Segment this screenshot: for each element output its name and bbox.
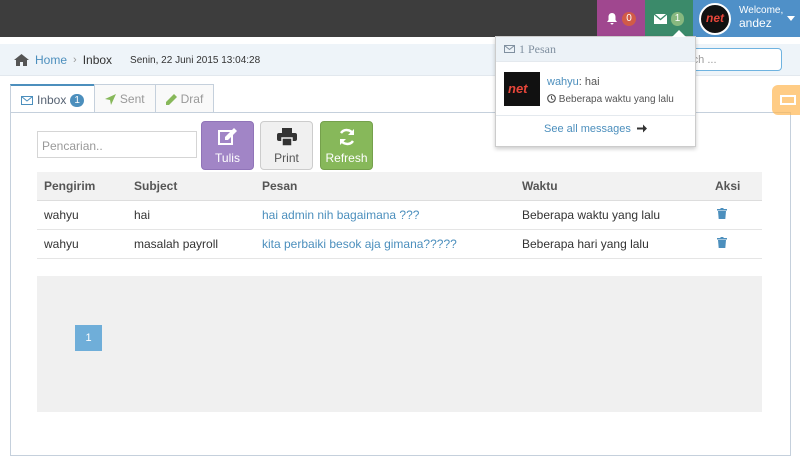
column-header-subject: Subject bbox=[134, 179, 178, 193]
tab-sent-label: Sent bbox=[119, 92, 145, 106]
cell-pengirim: wahyu bbox=[44, 237, 79, 251]
cell-pengirim: wahyu bbox=[44, 208, 79, 222]
tab-inbox-badge: 1 bbox=[70, 93, 84, 107]
print-label: Print bbox=[274, 151, 299, 165]
tab-inbox[interactable]: Inbox 1 bbox=[10, 84, 95, 114]
column-header-pesan: Pesan bbox=[262, 179, 298, 193]
arrow-right-icon bbox=[636, 124, 647, 133]
refresh-label: Refresh bbox=[325, 151, 368, 165]
message-link[interactable]: kita perbaiki besok aja gimana????? bbox=[262, 237, 457, 251]
messages-badge: 1 bbox=[670, 11, 685, 26]
column-header-pengirim: Pengirim bbox=[44, 179, 96, 193]
avatar-logo: net bbox=[706, 11, 724, 25]
tab-sent[interactable]: Sent bbox=[93, 84, 156, 113]
cell-subject: masalah payroll bbox=[134, 237, 219, 251]
see-all-messages-link[interactable]: See all messages bbox=[496, 123, 695, 135]
refresh-button[interactable]: Refresh bbox=[320, 121, 373, 170]
tab-draf-label: Draf bbox=[180, 92, 204, 106]
sender-avatar-logo: net bbox=[508, 81, 528, 96]
see-all-label: See all messages bbox=[544, 123, 631, 135]
dropdown-message-item[interactable]: net wahyu: hai Beberapa waktu yang lalu bbox=[496, 63, 695, 116]
settings-widget-icon[interactable] bbox=[772, 85, 800, 115]
cell-waktu: Beberapa waktu yang lalu bbox=[522, 208, 661, 222]
envelope-icon bbox=[21, 95, 33, 105]
edit-icon bbox=[217, 128, 237, 145]
cell-waktu: Beberapa hari yang lalu bbox=[522, 237, 649, 251]
dropdown-message-summary: wahyu: hai bbox=[547, 76, 600, 88]
envelope-icon bbox=[653, 13, 667, 24]
mail-tabs: Inbox 1 Sent Draf bbox=[10, 84, 215, 114]
dropdown-sender: wahyu bbox=[547, 76, 579, 88]
print-button[interactable]: Print bbox=[260, 121, 313, 170]
search-input[interactable]: Pencarian.. bbox=[37, 131, 197, 158]
table-row: wahyu hai hai admin nih bagaimana ??? Be… bbox=[37, 201, 762, 230]
dropdown-header: 1 Pesan bbox=[496, 37, 695, 62]
bell-icon bbox=[607, 13, 618, 25]
messages-table: Pengirim Subject Pesan Waktu Aksi wahyu … bbox=[37, 172, 762, 259]
message-link[interactable]: hai admin nih bagaimana ??? bbox=[262, 208, 419, 222]
home-icon bbox=[14, 54, 29, 66]
dropdown-header-label: 1 Pesan bbox=[519, 41, 556, 56]
compose-label: Tulis bbox=[215, 151, 240, 165]
clock-icon bbox=[547, 94, 556, 103]
dropdown-message-time-text: Beberapa waktu yang lalu bbox=[558, 94, 674, 105]
envelope-icon bbox=[504, 45, 515, 53]
pagination-page-button[interactable]: 1 bbox=[75, 325, 102, 351]
cell-subject: hai bbox=[134, 208, 151, 222]
messages-dropdown: 1 Pesan net wahyu: hai Beberapa waktu ya… bbox=[495, 30, 696, 147]
table-header: Pengirim Subject Pesan Waktu Aksi bbox=[37, 172, 762, 201]
user-menu[interactable]: net Welcome, andez bbox=[693, 0, 800, 37]
username: andez bbox=[739, 16, 772, 30]
tab-draf[interactable]: Draf bbox=[154, 84, 215, 113]
printer-icon bbox=[276, 128, 297, 147]
dropdown-message-time: Beberapa waktu yang lalu bbox=[547, 94, 674, 105]
sender-avatar: net bbox=[504, 72, 540, 106]
tab-inbox-label: Inbox bbox=[37, 93, 67, 107]
welcome-text: Welcome, andez bbox=[739, 5, 783, 29]
trash-icon[interactable] bbox=[717, 237, 727, 251]
breadcrumb: Home › Inbox Senin, 22 Juni 2015 13:04:2… bbox=[14, 53, 260, 67]
trash-icon[interactable] bbox=[717, 208, 727, 222]
breadcrumb-current: Inbox bbox=[82, 53, 113, 67]
column-header-aksi: Aksi bbox=[715, 179, 741, 193]
chevron-down-icon bbox=[787, 16, 795, 21]
dropdown-arrow bbox=[672, 30, 686, 37]
notifications-button[interactable]: 0 bbox=[597, 0, 645, 37]
table-row: wahyu masalah payroll kita perbaiki beso… bbox=[37, 230, 762, 259]
pencil-icon bbox=[165, 93, 177, 105]
breadcrumb-home-link[interactable]: Home bbox=[35, 53, 67, 67]
chevron-right-icon: › bbox=[73, 54, 77, 66]
send-icon bbox=[104, 93, 116, 105]
datetime-display: Senin, 22 Juni 2015 13:04:28 bbox=[130, 54, 261, 66]
compose-button[interactable]: Tulis bbox=[201, 121, 254, 170]
notifications-badge: 0 bbox=[622, 11, 636, 26]
refresh-icon bbox=[339, 128, 354, 146]
dropdown-message-text: : hai bbox=[578, 76, 600, 88]
table-footer bbox=[37, 276, 762, 412]
avatar: net bbox=[699, 3, 731, 35]
column-header-waktu: Waktu bbox=[522, 179, 558, 193]
